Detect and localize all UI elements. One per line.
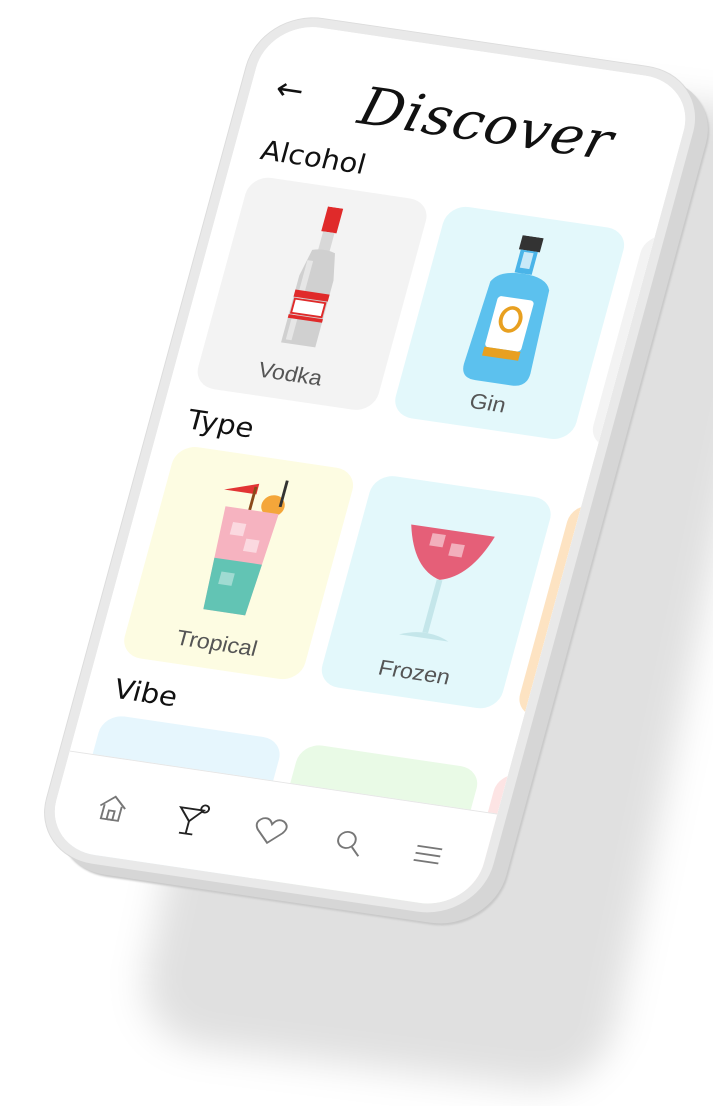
heart-icon xyxy=(255,816,288,844)
menu-icon xyxy=(413,844,443,864)
cocktail-glass-icon xyxy=(179,804,211,836)
frozen-margarita-icon xyxy=(399,524,495,642)
section-label-vibe: Vibe xyxy=(110,673,181,714)
card-tropical[interactable]: Tropical xyxy=(119,444,358,682)
card-frozen[interactable]: Frozen xyxy=(317,473,556,712)
card-gin-label: Gin xyxy=(466,388,509,418)
stage: ← Discover Alcohol Vodka Gin Whi Type Tr… xyxy=(0,0,713,1106)
card-gin[interactable]: Gin xyxy=(390,204,629,442)
section-label-type: Type xyxy=(183,404,258,445)
search-icon xyxy=(337,830,360,857)
card-vodka-label: Vodka xyxy=(255,357,326,391)
card-tropical-label: Tropical xyxy=(173,625,261,662)
header: ← Discover xyxy=(263,68,681,197)
gin-bottle-icon xyxy=(463,235,550,386)
home-icon xyxy=(100,795,127,822)
nav-favorites[interactable] xyxy=(235,800,306,861)
tropical-cocktail-icon xyxy=(203,480,289,616)
card-frozen-label: Frozen xyxy=(375,655,453,690)
nav-search[interactable] xyxy=(313,812,384,873)
back-arrow-icon[interactable]: ← xyxy=(271,70,322,109)
card-vodka[interactable]: Vodka xyxy=(193,174,432,413)
page-title: Discover xyxy=(352,75,621,173)
vodka-bottle-icon xyxy=(281,206,344,348)
nav-menu[interactable] xyxy=(392,824,463,885)
nav-cocktail[interactable] xyxy=(156,789,227,850)
nav-home[interactable] xyxy=(77,777,148,838)
